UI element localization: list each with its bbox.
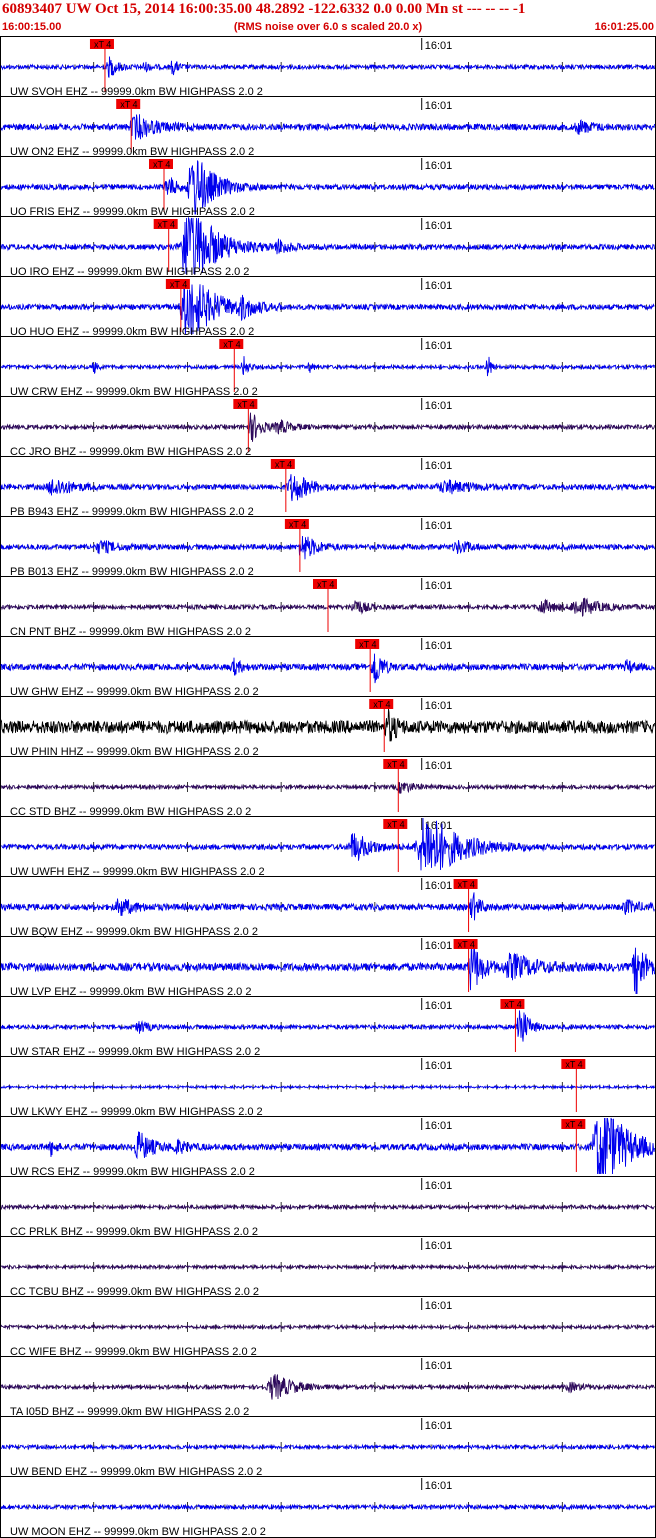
minute-label: 16:01 (425, 100, 453, 112)
minute-label: 16:01 (425, 580, 453, 592)
channel-trace: 16:01 xT 4UW LKWY EHZ -- 99999.0km BW HIG… (0, 1056, 656, 1118)
channel-label: UW MOON EHZ -- 99999.0km BW HIGHPASS 2.0… (10, 1526, 266, 1538)
waveform (0, 781, 655, 794)
minute-label: 16:01 (425, 1420, 453, 1432)
minute-label: 16:01 (425, 40, 453, 52)
pick-label: xT 4 (373, 700, 390, 710)
waveform (0, 356, 655, 377)
pick-label: xT 4 (275, 460, 292, 470)
pick-label: xT 4 (237, 400, 254, 410)
channel-trace: 16:01UW BEND EHZ -- 99999.0km BW HIGHPAS… (0, 1416, 656, 1478)
channel-trace: 16:01xT 4UO IRO EHZ -- 99999.0km BW HIGH… (0, 216, 656, 278)
channel-trace: 16:01 xT 4UW LVP EHZ -- 99999.0km BW HIGH… (0, 936, 656, 998)
minute-label: 16:01 (425, 760, 453, 772)
channel-trace: 16:01xT 4UW UWFH EHZ -- 99999.0km BW HIG… (0, 816, 656, 878)
pick-label: xT 4 (387, 820, 404, 830)
pick-label: xT 4 (504, 1000, 521, 1010)
channel-trace: 16:01 xT 4UW BQW EHZ -- 99999.0km BW HIGH… (0, 876, 656, 938)
channel-trace: 16:01xT 4UW GHW EHZ -- 99999.0km BW HIGH… (0, 636, 656, 698)
channel-trace: 16:01xT 4UW SVOH EHZ -- 99999.0km BW HIG… (0, 38, 655, 98)
pick-label: xT 4 (223, 340, 240, 350)
minute-label: 16:01 (425, 700, 453, 712)
pick-label: xT 4 (94, 40, 111, 50)
minute-label: 16:01 (425, 1180, 453, 1192)
pick-label: xT 4 (170, 280, 187, 290)
waveform (0, 474, 655, 502)
pick-label: xT 4 (317, 580, 334, 590)
pick-label: xT 4 (458, 940, 475, 950)
minute-label: 16:01 (425, 1060, 453, 1072)
channel-trace: 16:01TA I05D BHZ -- 99999.0km BW HIGHPAS… (0, 1356, 656, 1418)
pick-label: xT 4 (120, 100, 137, 110)
minute-label: 16:01 (425, 1120, 453, 1132)
waveform (0, 1374, 655, 1400)
channel-trace: 16:01xT 4CC STD BHZ -- 99999.0km BW HIGH… (0, 756, 656, 818)
minute-label: 16:01 (425, 1300, 453, 1312)
minute-label: 16:01 (425, 640, 453, 652)
waveform (0, 412, 655, 442)
minute-label: 16:01 (425, 160, 453, 172)
pick-label: xT 4 (158, 220, 175, 230)
channel-trace: 16:01xT 4PB B013 EHZ -- 99999.0km BW HIG… (0, 516, 656, 578)
channel-trace: 16:01CC PRLK BHZ -- 99999.0km BW HIGHPAS… (0, 1176, 656, 1238)
channel-trace: 16:01xT 4CN PNT BHZ -- 99999.0km BW HIGH… (0, 576, 656, 638)
pick-label: xT 4 (289, 520, 306, 530)
pick-label: xT 4 (359, 640, 376, 650)
channel-trace: 16:01xT 4UW CRW EHZ -- 99999.0km BW HIGH… (0, 336, 656, 398)
minute-label: 16:01 (425, 220, 453, 232)
waveform (0, 817, 655, 871)
minute-label: 16:01 (425, 520, 453, 532)
channel-trace: 16:01CC TCBU BHZ -- 99999.0km BW HIGHPAS… (0, 1236, 656, 1298)
minute-label: 16:01 (425, 1360, 453, 1372)
minute-label: 16:01 (425, 400, 453, 412)
minute-label: 16:01 (425, 460, 453, 472)
minute-label: 16:01 (425, 880, 453, 892)
pick-label: xT 4 (565, 1060, 582, 1070)
channel-trace: 16:01 xT 4UW STAR EHZ -- 99999.0km BW HIG… (0, 996, 656, 1058)
channel-trace: 16:01xT 4UO HUO EHZ -- 99999.0km BW HIGH… (0, 276, 656, 338)
minute-label: 16:01 (425, 1480, 453, 1492)
waveform (0, 114, 655, 140)
minute-label: 16:01 (425, 1000, 453, 1012)
pick-label: xT 4 (387, 760, 404, 770)
channel-trace: 16:01xT 4UW ON2 EHZ -- 99999.0km BW HIGH… (0, 96, 656, 158)
minute-label: 16:01 (425, 1240, 453, 1252)
channel-trace: 16:01xT 4CC JRO BHZ -- 99999.0km BW HIGH… (0, 396, 656, 458)
pick-label: xT 4 (458, 880, 475, 890)
channel-trace: 16:01 xT 4UW RCS EHZ -- 99999.0km BW HIGH… (0, 1116, 656, 1178)
channel-trace: 16:01 UW MOON EHZ -- 99999.0km BW HIGHPAS… (0, 1476, 656, 1538)
seismogram-plot: 16:01xT 4UW SVOH EHZ -- 99999.0km BW HIG… (0, 36, 656, 1538)
channel-trace: 16:01CC WIFE BHZ -- 99999.0km BW HIGHPAS… (0, 1296, 656, 1358)
minute-label: 16:01 (425, 340, 453, 352)
channel-trace: 16:01xT 4UW PHIN HHZ -- 99999.0km BW HIG… (0, 696, 656, 758)
waveform (0, 1263, 655, 1271)
waveform (0, 892, 655, 921)
channel-trace: 16:01xT 4PB B943 EHZ -- 99999.0km BW HIG… (0, 456, 656, 518)
channel-trace: 16:01xT 4UO FRIS EHZ -- 99999.0km BW HIG… (0, 156, 656, 218)
waveform (0, 653, 655, 684)
minute-label: 16:01 (425, 940, 453, 952)
pick-label: xT 4 (153, 160, 170, 170)
pick-label: xT 4 (565, 1120, 582, 1130)
minute-label: 16:01 (425, 280, 453, 292)
